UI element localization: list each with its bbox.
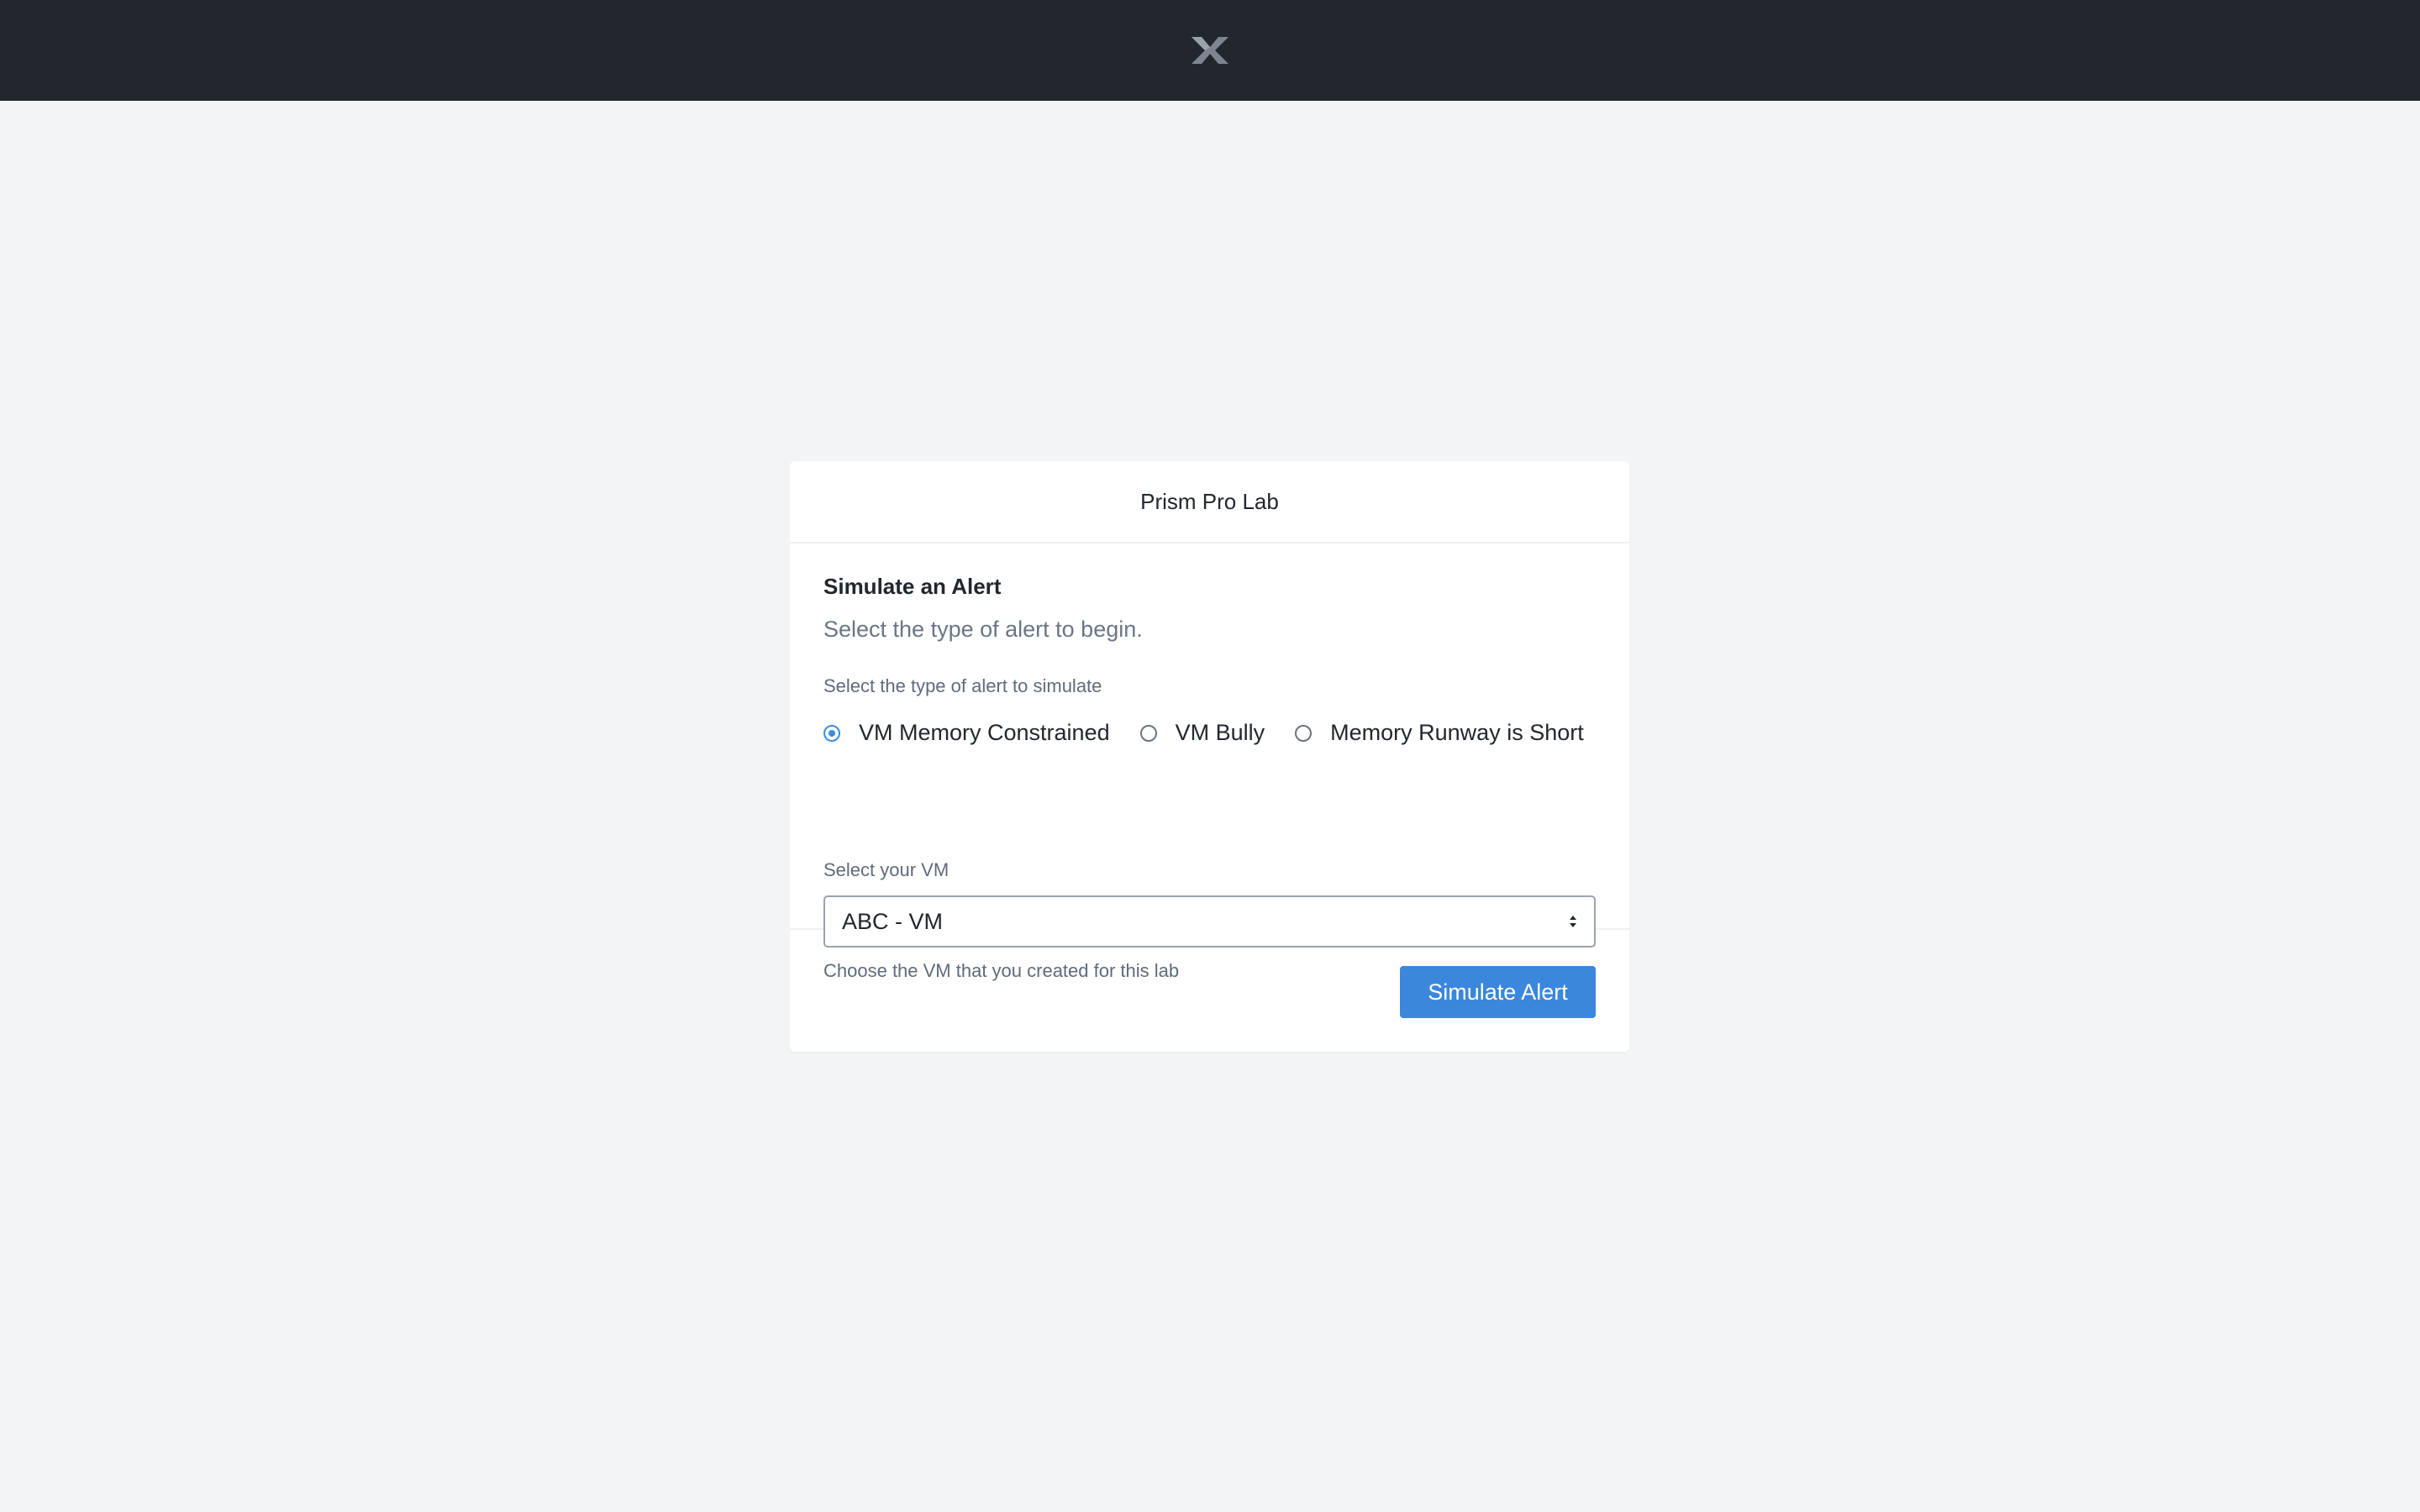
- radio-label: VM Bully: [1175, 720, 1265, 745]
- select-caret-icon: [1570, 916, 1576, 927]
- nutanix-x-logo-icon[interactable]: [1190, 35, 1230, 66]
- card-header: Prism Pro Lab: [790, 461, 1629, 543]
- alert-type-radio-group: VM Memory Constrained VM Bully Memory Ru…: [823, 720, 1614, 746]
- radio-unselected-icon[interactable]: [1139, 724, 1157, 742]
- radio-unselected-icon[interactable]: [1295, 724, 1313, 742]
- radio-label: VM Memory Constrained: [859, 720, 1110, 745]
- section-title: Simulate an Alert: [823, 574, 1002, 599]
- radio-memory-runway-short[interactable]: Memory Runway is Short: [1295, 720, 1584, 746]
- radio-vm-bully[interactable]: VM Bully: [1139, 720, 1265, 746]
- top-navigation-bar: [0, 0, 2420, 101]
- alert-type-label: Select the type of alert to simulate: [823, 675, 1102, 696]
- radio-label: Memory Runway is Short: [1330, 720, 1584, 745]
- radio-vm-memory-constrained[interactable]: VM Memory Constrained: [823, 720, 1110, 746]
- card-footer: Simulate Alert: [790, 932, 1629, 1052]
- vm-select-label: Select your VM: [823, 859, 950, 880]
- radio-selected-icon[interactable]: [823, 724, 840, 742]
- prism-pro-lab-card: Prism Pro Lab Simulate an Alert Select t…: [790, 461, 1629, 1052]
- card-body: Simulate an Alert Select the type of ale…: [790, 543, 1629, 981]
- card-title: Prism Pro Lab: [1140, 488, 1279, 514]
- section-subtitle: Select the type of alert to begin.: [823, 617, 1143, 642]
- vm-select-value: ABC - VM: [842, 908, 944, 934]
- simulate-alert-button[interactable]: Simulate Alert: [1400, 966, 1596, 1018]
